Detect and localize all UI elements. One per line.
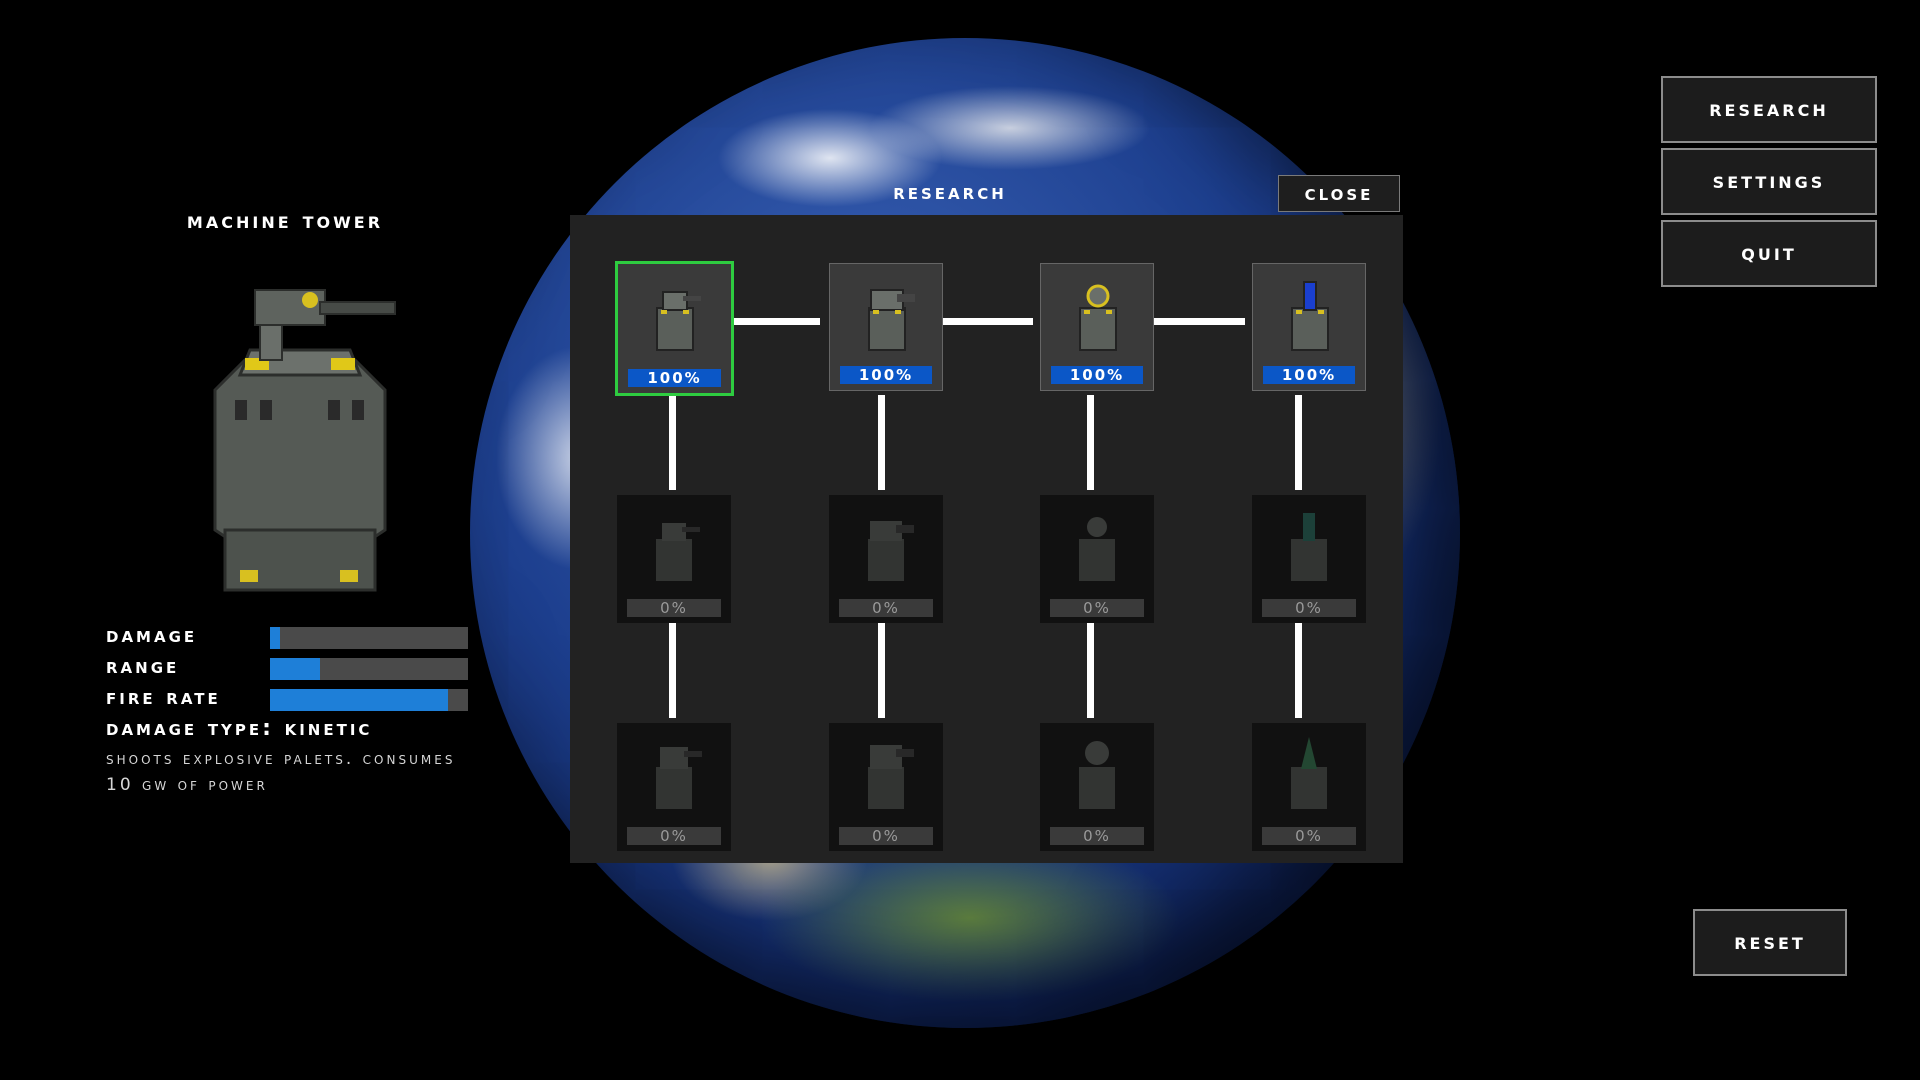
connector — [878, 395, 885, 490]
tower-upgrade-icon — [1079, 517, 1115, 581]
damage-type: Damage type: Kinetic — [106, 716, 373, 741]
research-progress: 0% — [1262, 827, 1356, 845]
connector — [878, 623, 885, 718]
research-node-2-3[interactable]: 0% — [1040, 495, 1154, 623]
connector — [1295, 623, 1302, 718]
research-button[interactable]: Research — [1661, 76, 1877, 143]
tower-description: Shoots explosive palets. Consumes 10 Gw … — [106, 749, 456, 795]
connector — [669, 623, 676, 718]
research-node-2-4[interactable]: 0% — [1252, 495, 1366, 623]
reset-button[interactable]: Reset — [1693, 909, 1847, 976]
fire-rate-bar — [270, 689, 468, 711]
damage-bar-fill — [270, 627, 280, 649]
tower-upgrade-icon — [1291, 737, 1327, 809]
research-node-1-3[interactable]: 100% — [1040, 263, 1154, 391]
machine-tower-image — [213, 289, 396, 592]
research-progress: 0% — [1050, 599, 1144, 617]
tower-upgrade-icon — [868, 289, 915, 351]
tower-upgrade-icon — [1291, 513, 1327, 581]
range-label: Range — [106, 654, 180, 679]
connector — [720, 318, 820, 325]
tower-upgrade-icon — [868, 745, 914, 809]
research-progress: 0% — [627, 827, 721, 845]
tower-upgrade-icon — [656, 747, 702, 809]
range-bar — [270, 658, 468, 680]
research-node-3-4[interactable]: 0% — [1252, 723, 1366, 851]
connector — [669, 395, 676, 490]
research-node-3-2[interactable]: 0% — [829, 723, 943, 851]
research-node-1-4[interactable]: 100% — [1252, 263, 1366, 391]
research-node-2-2[interactable]: 0% — [829, 495, 943, 623]
close-button[interactable]: Close — [1278, 175, 1400, 212]
research-node-1-2[interactable]: 100% — [829, 263, 943, 391]
research-progress: 0% — [1050, 827, 1144, 845]
damage-bar — [270, 627, 468, 649]
research-progress: 100% — [1051, 366, 1143, 384]
fire-rate-label: Fire Rate — [106, 685, 221, 710]
research-progress: 0% — [839, 827, 933, 845]
tower-upgrade-icon — [1079, 284, 1117, 351]
connector — [1087, 623, 1094, 718]
tower-upgrade-icon — [656, 291, 701, 351]
tower-name: Machine Tower — [186, 208, 384, 234]
damage-label: Damage — [106, 623, 198, 648]
research-progress: 0% — [839, 599, 933, 617]
tower-upgrade-icon — [656, 523, 700, 581]
research-progress: 100% — [840, 366, 932, 384]
research-progress: 100% — [1263, 366, 1355, 384]
fire-rate-bar-fill — [270, 689, 449, 711]
research-node-3-1[interactable]: 0% — [617, 723, 731, 851]
tower-upgrade-icon — [1291, 281, 1329, 351]
research-node-3-3[interactable]: 0% — [1040, 723, 1154, 851]
research-progress: 0% — [1262, 599, 1356, 617]
connector — [1087, 395, 1094, 490]
tower-upgrade-icon — [1079, 741, 1115, 809]
connector — [933, 318, 1033, 325]
research-node-2-1[interactable]: 0% — [617, 495, 731, 623]
research-progress: 0% — [627, 599, 721, 617]
range-bar-fill — [270, 658, 320, 680]
quit-button[interactable]: Quit — [1661, 220, 1877, 287]
research-node-1-1[interactable]: 100% — [615, 261, 734, 396]
research-title: Research — [893, 180, 1007, 205]
tower-upgrade-icon — [868, 521, 914, 581]
settings-button[interactable]: Settings — [1661, 148, 1877, 215]
connector — [1145, 318, 1245, 325]
research-progress: 100% — [628, 369, 721, 387]
connector — [1295, 395, 1302, 490]
research-tree-panel: 100% 100% 100% 100% 0% 0% 0% 0% 0% 0% 0% — [570, 215, 1403, 863]
